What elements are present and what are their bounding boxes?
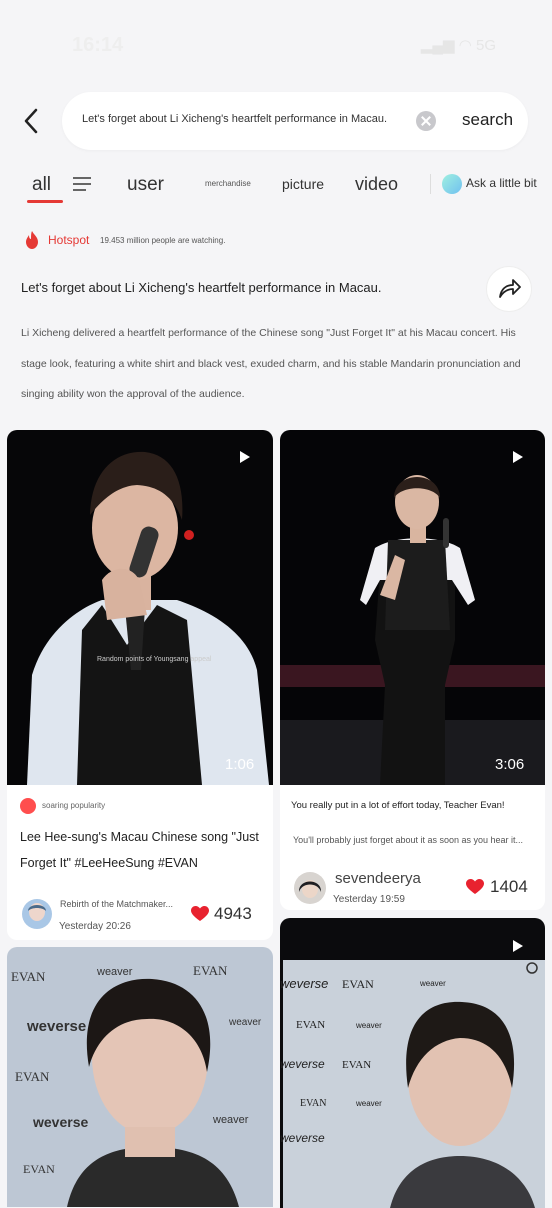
backdrop-word: EVAN (300, 1098, 326, 1109)
card-subtitle: You'll probably just forget about it as … (293, 835, 524, 845)
backdrop-word: weverse (280, 1131, 325, 1145)
topic-description: Li Xicheng delivered a heartfelt perform… (21, 327, 521, 400)
backdrop-word: EVAN (342, 1059, 371, 1071)
fire-icon (26, 231, 38, 249)
video-thumbnail (280, 430, 545, 785)
tab-user[interactable]: user (127, 174, 164, 196)
play-icon (513, 451, 523, 463)
video-card[interactable]: 3:06 You really put in a lot of effort t… (280, 430, 545, 910)
status-bar: 16:14 ▂▄▆ ◠ 5G (0, 0, 552, 80)
tab-picture[interactable]: picture (282, 176, 324, 192)
backdrop-word: weverse (280, 1057, 325, 1071)
backdrop-word: weverse (32, 1114, 88, 1130)
video-card[interactable]: Random points of Youngsang appeal 1:06 s… (7, 430, 273, 940)
tab-divider (430, 174, 431, 194)
tab-ask-a-little-bit[interactable]: Ask a little bit (466, 176, 537, 190)
author-name[interactable]: Rebirth of the Matchmaker... (60, 899, 173, 909)
video-thumbnail: weverse EVAN weaver EVAN weaver weverse … (280, 918, 545, 1208)
fire-badge-icon (20, 798, 36, 814)
topic-title: Let's forget about Li Xicheng's heartfel… (21, 280, 382, 295)
video-duration: 1:06 (225, 756, 255, 773)
backdrop-word: EVAN (15, 1069, 50, 1084)
post-time: Yesterday 20:26 (59, 921, 131, 932)
backdrop-word: EVAN (296, 1019, 325, 1031)
backdrop-word: weaver (355, 1099, 382, 1108)
play-icon (240, 451, 250, 463)
video-thumbnail: Random points of Youngsang appeal (7, 430, 273, 785)
video-duration: 3:06 (495, 756, 525, 773)
ai-assistant-icon[interactable] (442, 174, 462, 194)
filter-tabs: all user merchandise picture video Ask a… (0, 166, 552, 206)
like-count: 1404 (490, 877, 528, 896)
backdrop-word: weaver (228, 1017, 262, 1028)
heart-icon[interactable] (466, 879, 484, 895)
video-card[interactable]: weverse EVAN weaver EVAN weaver weverse … (280, 918, 545, 1208)
backdrop-word: weaver (96, 966, 133, 978)
author-name[interactable]: sevendeerya (335, 870, 421, 887)
backdrop-word: EVAN (11, 969, 46, 984)
video-thumbnail: EVAN weaver EVAN weverse weaver EVAN wev… (7, 947, 273, 1207)
backdrop-word: weaver (355, 1021, 382, 1030)
card-title: Lee Hee-sung's Macau Chinese song "Just … (20, 830, 259, 870)
tab-video[interactable]: video (355, 174, 398, 195)
badge-label: soaring popularity (42, 801, 106, 810)
backdrop-word: weverse (26, 1018, 86, 1035)
heart-icon[interactable] (191, 906, 209, 922)
post-time: Yesterday 19:59 (333, 894, 405, 905)
back-arrow-icon[interactable] (22, 106, 42, 136)
backdrop-word: EVAN (342, 977, 374, 991)
backdrop-word: EVAN (193, 963, 228, 978)
tab-merchandise[interactable]: merchandise (205, 179, 251, 188)
video-card[interactable]: EVAN weaver EVAN weverse weaver EVAN wev… (7, 947, 273, 1207)
watching-count: 19.453 million people are watching. (100, 236, 226, 245)
like-count: 4943 (214, 904, 252, 923)
clear-icon[interactable] (416, 111, 436, 131)
status-icons: ▂▄▆ ◠ 5G (420, 37, 496, 54)
filter-icon[interactable] (73, 177, 91, 191)
backdrop-word: weaver (212, 1114, 249, 1126)
card-title: You really put in a lot of effort today,… (291, 800, 505, 811)
search-button[interactable]: search (462, 110, 513, 130)
backdrop-word: EVAN (23, 1162, 55, 1176)
svg-text:Random points of Youngsang app: Random points of Youngsang appeal (97, 656, 212, 663)
search-input[interactable]: Let's forget about Li Xicheng's heartfel… (62, 92, 528, 150)
play-icon (513, 940, 523, 952)
status-time: 16:14 (72, 34, 124, 56)
active-tab-indicator (27, 200, 63, 203)
backdrop-word: weverse (280, 976, 328, 991)
share-button[interactable] (486, 266, 532, 312)
share-icon (499, 279, 521, 298)
avatar[interactable] (22, 899, 52, 929)
hotspot-label: Hotspot (48, 233, 90, 247)
backdrop-word: weaver (419, 979, 446, 988)
avatar[interactable] (294, 872, 326, 904)
tab-all[interactable]: all (32, 174, 51, 196)
search-query[interactable]: Let's forget about Li Xicheng's heartfel… (82, 113, 387, 125)
